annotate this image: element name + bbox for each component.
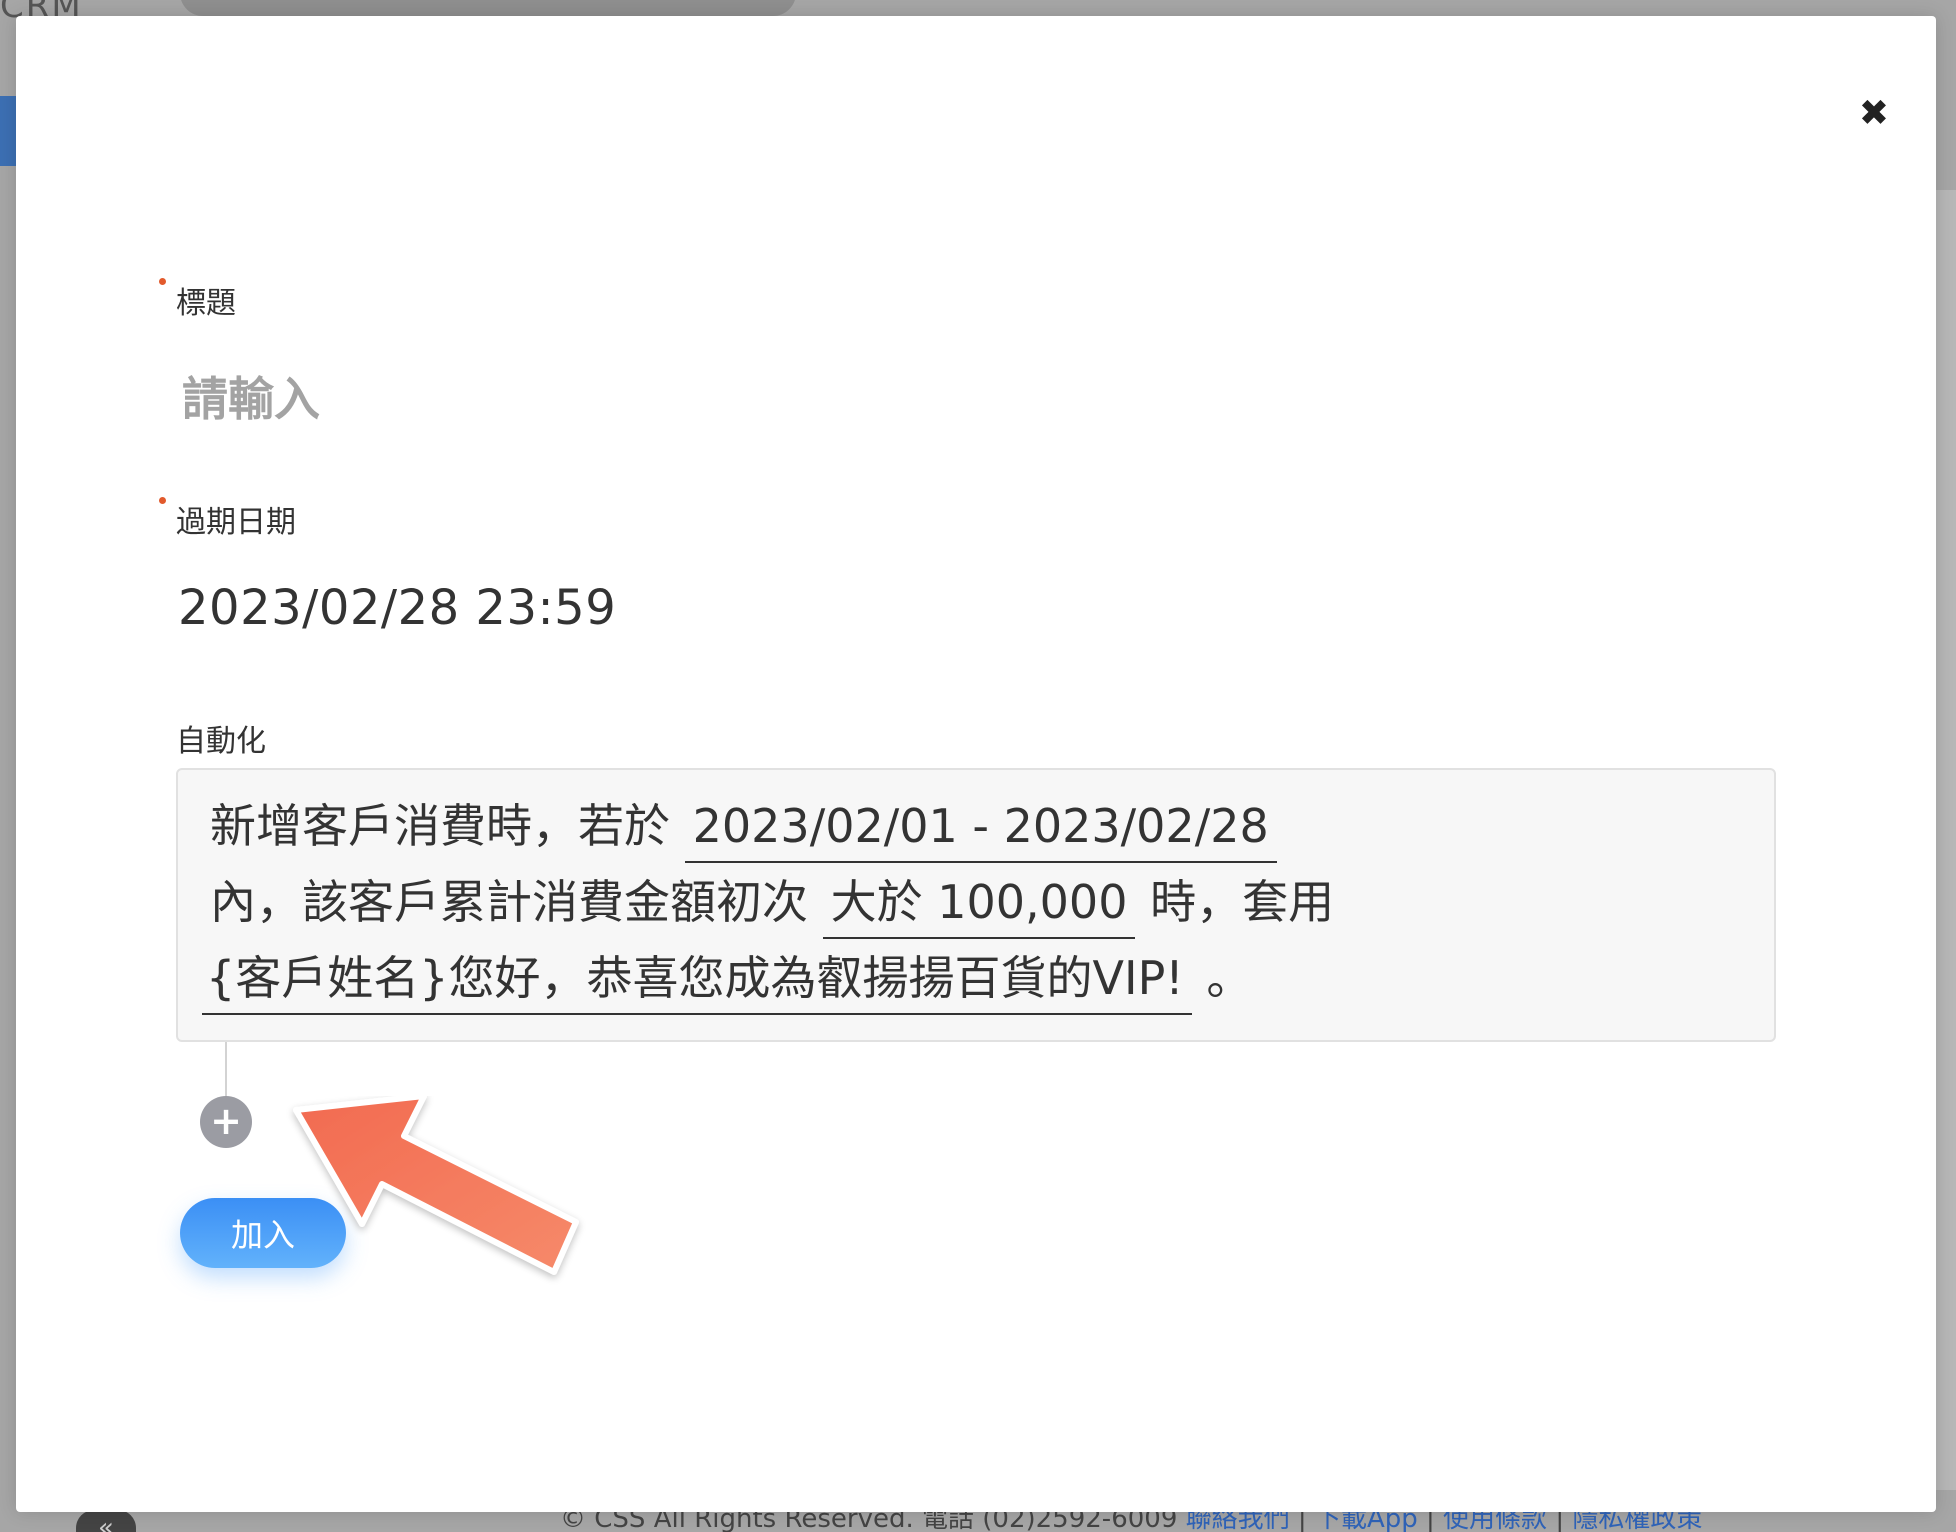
message-template-selector[interactable]: {客戶姓名}您好，恭喜您成為叡揚揚百貨的VIP!	[202, 951, 1192, 1015]
background-search-bar	[180, 0, 796, 16]
automation-rule-box: 新增客戶消費時，若於 2023/02/01 - 2023/02/28 內，該客戶…	[176, 768, 1776, 1042]
required-indicator	[159, 497, 166, 504]
automation-line-1: 新增客戶消費時，若於 2023/02/01 - 2023/02/28	[210, 796, 1277, 863]
background-side-tab	[0, 96, 16, 166]
annotation-arrow-icon	[293, 1096, 579, 1275]
title-input[interactable]	[182, 364, 1782, 434]
date-range-selector[interactable]: 2023/02/01 - 2023/02/28	[684, 799, 1277, 863]
rule-connector-line	[225, 1042, 227, 1098]
collapse-sidebar-icon: «	[76, 1510, 136, 1532]
automation-line-3: {客戶姓名}您好，恭喜您成為叡揚揚百貨的VIP! 。	[202, 948, 1253, 1015]
automation-text: 時，套用	[1150, 875, 1335, 929]
background-right-panel	[1936, 190, 1956, 1490]
automation-text: 。	[1206, 951, 1253, 1005]
expiry-date-label: 過期日期	[176, 505, 296, 540]
title-label: 標題	[176, 286, 236, 321]
required-indicator	[159, 278, 166, 285]
automation-line-2: 內，該客戶累計消費金額初次 大於 100,000 時，套用	[210, 872, 1335, 939]
expiry-date-value[interactable]: 2023/02/28 23:59	[178, 580, 616, 636]
automation-text: 新增客戶消費時，若於	[210, 799, 670, 853]
automation-text: 內，該客戶累計消費金額初次	[210, 875, 808, 929]
create-vip-modal: ✖ 標題 過期日期 2023/02/28 23:59 自動化 新增客戶消費時，若…	[16, 16, 1936, 1512]
amount-condition-selector[interactable]: 大於 100,000	[822, 875, 1136, 939]
automation-label: 自動化	[176, 724, 266, 759]
close-icon[interactable]: ✖	[1854, 94, 1894, 134]
add-rule-icon[interactable]: +	[200, 1096, 252, 1148]
